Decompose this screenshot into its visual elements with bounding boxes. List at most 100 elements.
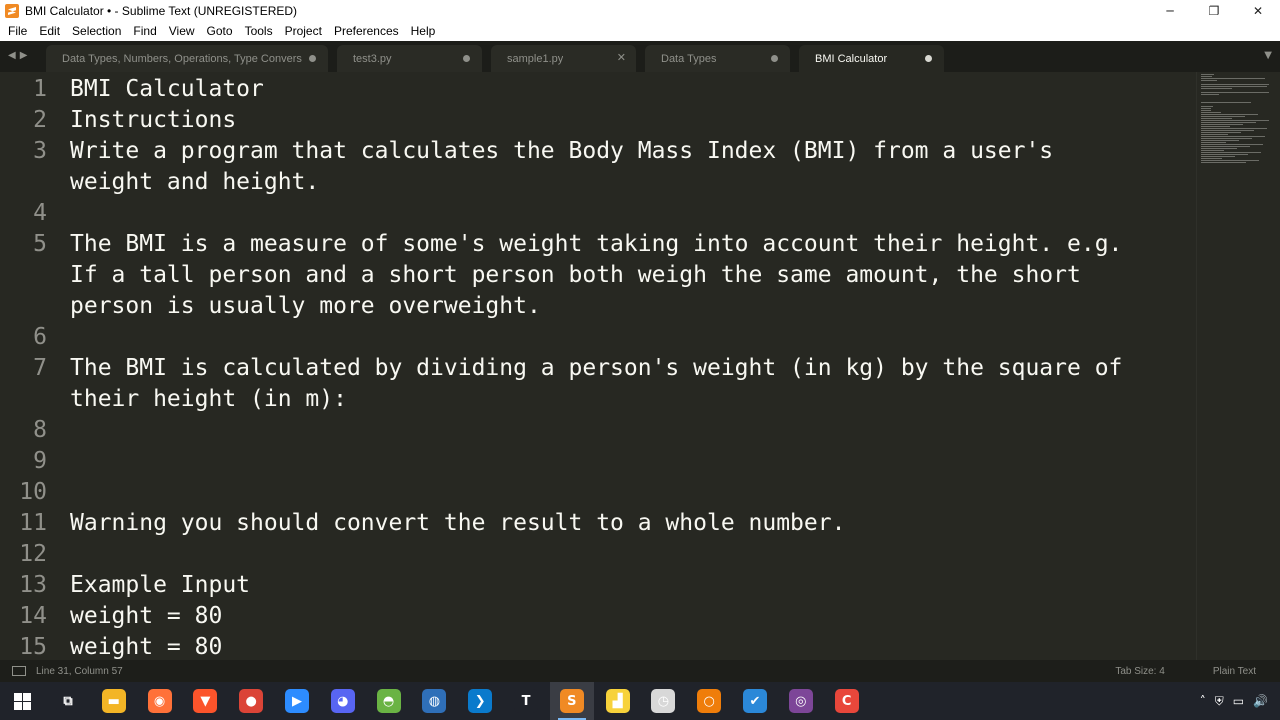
minimap-line	[1201, 138, 1252, 139]
line-number: 12	[19, 541, 47, 567]
code-line[interactable]: BMI Calculator	[70, 76, 264, 102]
canva-icon[interactable]: C	[834, 689, 859, 713]
minimap-line	[1201, 76, 1212, 77]
minimap-line	[1201, 136, 1265, 137]
tab-size-selector[interactable]: Tab Size: 4	[1115, 666, 1164, 677]
firefox-icon[interactable]: ◉	[147, 689, 172, 713]
minimap-line	[1201, 102, 1251, 103]
tray-security-icon[interactable]: ⛨	[1215, 694, 1224, 709]
close-button[interactable]: ✕	[1236, 0, 1280, 22]
minimap-line	[1201, 114, 1258, 115]
tab-test3[interactable]: test3.py	[337, 45, 482, 72]
menu-project[interactable]: Project	[279, 22, 328, 41]
minimap[interactable]	[1196, 72, 1280, 660]
file-explorer-icon[interactable]: ▬	[101, 689, 126, 713]
todo-icon[interactable]: ✔	[743, 689, 767, 713]
globe-icon[interactable]: ◍	[422, 689, 447, 713]
line-number: 15	[19, 634, 47, 660]
tab-data-types[interactable]: Data Types	[645, 45, 790, 72]
tab-bar: ◀▶ Data Types, Numbers, Operations, Type…	[0, 41, 1280, 72]
unsaved-dot-icon[interactable]	[309, 55, 316, 62]
code-line[interactable]: The BMI is a measure of some's weight ta…	[70, 231, 1122, 257]
windows-start-icon[interactable]	[14, 693, 31, 710]
tray-network-icon[interactable]: ▭	[1233, 694, 1244, 708]
code-line[interactable]: Instructions	[70, 107, 236, 133]
code-line[interactable]: weight = 80	[70, 634, 222, 660]
minimap-line	[1201, 118, 1232, 119]
line-number: 3	[33, 138, 47, 164]
menu-selection[interactable]: Selection	[66, 22, 127, 41]
minimap-line	[1201, 124, 1243, 125]
tab-nav-arrows-icon[interactable]: ◀▶	[8, 50, 31, 61]
code-line[interactable]: Write a program that calculates the Body…	[70, 138, 1053, 164]
code-line[interactable]: weight and height.	[70, 169, 319, 195]
line-number: 4	[33, 200, 47, 226]
maximize-button[interactable]: ❐	[1192, 0, 1236, 22]
minimap-line	[1201, 148, 1237, 149]
code-line[interactable]: Example Input	[70, 572, 250, 598]
discord-icon[interactable]: ◕	[330, 689, 355, 713]
tab-list-dropdown-icon[interactable]: ▼	[1264, 50, 1272, 61]
menu-edit[interactable]: Edit	[33, 22, 66, 41]
code-line[interactable]: Warning you should convert the result to…	[70, 510, 845, 536]
vscode-icon[interactable]: ❯	[468, 689, 493, 713]
unsaved-dot-icon[interactable]	[925, 55, 932, 62]
menu-goto[interactable]: Goto	[201, 22, 239, 41]
panel-toggle-icon[interactable]	[12, 666, 26, 676]
menu-help[interactable]: Help	[405, 22, 442, 41]
tab-bmi-calculator[interactable]: BMI Calculator	[799, 45, 944, 72]
minimap-line	[1201, 162, 1246, 163]
clock-icon[interactable]: ◷	[651, 689, 676, 713]
code-line[interactable]: person is usually more overweight.	[70, 293, 541, 319]
android-icon[interactable]: ◓	[376, 689, 401, 713]
code-line[interactable]: The BMI is calculated by dividing a pers…	[70, 355, 1122, 381]
tab-sample1[interactable]: sample1.py ✕	[491, 45, 636, 72]
minimap-line	[1201, 86, 1267, 87]
minimap-line	[1201, 88, 1232, 89]
chrome-icon[interactable]: ●	[239, 689, 264, 713]
minimap-line	[1201, 144, 1263, 145]
minimap-line	[1201, 128, 1267, 129]
tab-label: BMI Calculator	[815, 52, 888, 65]
minimap-line	[1201, 112, 1221, 113]
menu-find[interactable]: Find	[127, 22, 162, 41]
minimap-line	[1201, 142, 1226, 143]
editor[interactable]: 1 2 3 4 5 6 7 8 9 10 11 12 13 14 15 BMI Calculator Inst…	[0, 72, 1196, 660]
sticky-notes-icon[interactable]: ▟	[605, 689, 630, 713]
tab-label: Data Types	[661, 52, 717, 65]
code-line[interactable]: their height (in m):	[70, 386, 347, 412]
menu-preferences[interactable]: Preferences	[328, 22, 405, 41]
volume-icon[interactable]: 🔊	[1253, 694, 1268, 708]
tab-data-types-numbers[interactable]: Data Types, Numbers, Operations, Type Co…	[46, 45, 328, 72]
line-number: 6	[33, 324, 47, 350]
syntax-selector[interactable]: Plain Text	[1213, 666, 1256, 677]
minimap-line	[1201, 160, 1259, 161]
minimap-line	[1201, 122, 1256, 123]
minimap-line	[1201, 152, 1261, 153]
tor-icon[interactable]: ◎	[788, 689, 813, 713]
minimap-line	[1201, 108, 1211, 109]
minimap-line	[1201, 134, 1228, 135]
search-app-icon[interactable]: ○	[697, 689, 722, 713]
unsaved-dot-icon[interactable]	[463, 55, 470, 62]
tray-overflow-icon[interactable]: ˄	[1200, 694, 1206, 708]
line-number: 13	[19, 572, 47, 598]
menu-file[interactable]: File	[2, 22, 33, 41]
menu-bar: File Edit Selection Find View Goto Tools…	[0, 22, 1280, 41]
close-tab-icon[interactable]: ✕	[617, 51, 626, 64]
minimap-line	[1201, 146, 1250, 147]
unsaved-dot-icon[interactable]	[771, 55, 778, 62]
task-view-icon[interactable]: ⧉	[56, 689, 80, 713]
code-line[interactable]: weight = 80	[70, 603, 222, 629]
sublime-icon[interactable]: S	[559, 689, 584, 713]
minimap-line	[1201, 156, 1235, 157]
zoom-icon[interactable]: ▶	[285, 689, 309, 713]
minimap-line	[1201, 126, 1230, 127]
menu-view[interactable]: View	[163, 22, 201, 41]
minimize-button[interactable]: ─	[1148, 0, 1192, 22]
brave-icon[interactable]: ▼	[193, 689, 218, 713]
code-line[interactable]: If a tall person and a short person both…	[70, 262, 1081, 288]
typora-icon[interactable]: T	[514, 689, 538, 713]
tab-label: sample1.py	[507, 52, 564, 65]
menu-tools[interactable]: Tools	[239, 22, 279, 41]
